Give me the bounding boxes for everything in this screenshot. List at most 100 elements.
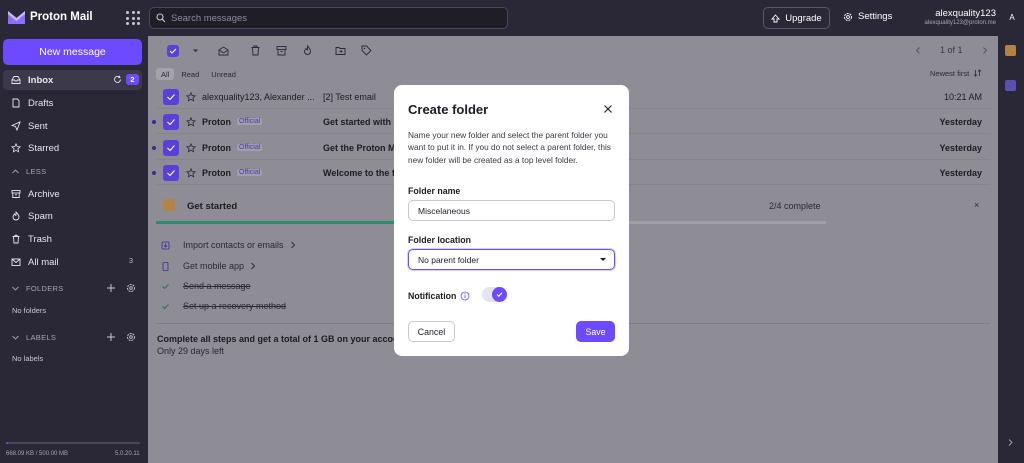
settings-button[interactable]: Settings xyxy=(843,11,892,22)
dialog-title: Create folder xyxy=(408,102,489,117)
sidebar-item-label: Archive xyxy=(28,188,60,200)
trash-icon[interactable] xyxy=(250,45,261,56)
task-label: Set up a recovery method xyxy=(183,301,287,311)
account-info[interactable]: alexquality123 alexquality123@proton.me xyxy=(919,8,996,28)
folders-label: FOLDERS xyxy=(26,283,64,293)
task-label: Get mobile app xyxy=(183,261,245,271)
task-label: Import contacts or emails xyxy=(183,240,284,250)
sidebar-item-label: Inbox xyxy=(28,74,54,86)
upgrade-icon xyxy=(771,13,781,22)
archive-icon[interactable] xyxy=(276,45,287,56)
inbox-icon xyxy=(11,76,21,84)
chevron-right-icon xyxy=(290,241,295,249)
chevron-down-icon xyxy=(600,258,606,261)
select-all-checkbox[interactable] xyxy=(167,45,179,57)
add-folder-icon[interactable] xyxy=(106,283,116,293)
sidebar-item-sent[interactable]: Sent xyxy=(3,116,142,136)
folders-section-header[interactable]: FOLDERS xyxy=(3,279,142,297)
spam-fire-icon[interactable] xyxy=(302,45,313,56)
sidebar-item-drafts[interactable]: Drafts xyxy=(3,93,142,113)
avatar[interactable]: A xyxy=(1004,9,1020,25)
folder-location-select[interactable]: No parent folder xyxy=(408,249,615,270)
new-message-button[interactable]: New message xyxy=(3,39,142,65)
save-button[interactable]: Save xyxy=(576,321,615,342)
mark-read-icon[interactable] xyxy=(218,45,229,56)
gear-icon xyxy=(844,12,852,21)
sidebar-less-toggle[interactable]: LESS xyxy=(3,162,142,180)
import-icon xyxy=(161,241,170,249)
get-started-progress: 2/4 complete xyxy=(769,201,821,211)
filter-unread[interactable]: Unread xyxy=(206,68,241,80)
sidebar-item-all-mail[interactable]: All mail 3 xyxy=(3,252,142,272)
proton-mail-logo[interactable]: Proton Mail xyxy=(8,10,93,24)
official-badge: Official xyxy=(237,169,263,176)
folder-settings-gear-icon[interactable] xyxy=(126,283,136,293)
select-dropdown-caret-icon[interactable] xyxy=(190,45,201,56)
labels-label: LABELS xyxy=(26,332,57,342)
filter-all[interactable]: All xyxy=(156,68,175,80)
star-icon[interactable] xyxy=(186,168,196,178)
info-icon[interactable] xyxy=(460,291,470,301)
mobile-icon xyxy=(162,261,169,271)
star-icon[interactable] xyxy=(186,92,196,102)
star-icon[interactable] xyxy=(186,143,196,153)
label-tag-icon[interactable] xyxy=(361,45,372,56)
chevron-down-icon xyxy=(12,335,19,340)
archive-icon xyxy=(11,190,21,198)
row-checkbox[interactable] xyxy=(163,89,179,105)
sidebar-item-spam[interactable]: Spam xyxy=(3,206,142,226)
app-launcher-icon[interactable] xyxy=(126,11,140,25)
chevron-right-icon[interactable] xyxy=(1007,438,1014,447)
check-icon xyxy=(167,170,175,177)
brand-name: Proton Mail xyxy=(30,11,93,23)
unread-dot xyxy=(152,146,156,150)
get-started-close-button[interactable]: × xyxy=(974,200,979,210)
search-input[interactable] xyxy=(171,8,491,28)
storage-promo: Complete all steps and get a total of 1 … xyxy=(157,334,408,344)
unread-badge: 2 xyxy=(126,74,139,85)
cancel-button[interactable]: Cancel xyxy=(408,321,455,342)
chevron-left-icon[interactable] xyxy=(914,46,922,55)
folder-name-field[interactable] xyxy=(408,200,615,221)
move-to-folder-icon[interactable] xyxy=(335,45,346,56)
row-time: Yesterday xyxy=(939,168,982,178)
task-import-contacts[interactable]: Import contacts or emails xyxy=(161,238,296,252)
refresh-icon[interactable] xyxy=(113,75,122,84)
sidebar-item-label: Trash xyxy=(28,233,52,245)
notification-toggle[interactable] xyxy=(482,287,507,302)
sidebar-item-trash[interactable]: Trash xyxy=(3,229,142,249)
sidebar-item-label: Spam xyxy=(28,210,53,222)
sort-dropdown[interactable]: Newest first xyxy=(930,69,982,78)
star-icon xyxy=(11,143,21,153)
close-icon[interactable] xyxy=(603,104,613,114)
days-left: Only 29 days left xyxy=(157,346,225,356)
sidebar-item-starred[interactable]: Starred xyxy=(3,138,142,158)
row-subject: Welcome to the fu xyxy=(323,168,401,178)
label-settings-gear-icon[interactable] xyxy=(126,332,136,342)
task-mobile-app[interactable]: Get mobile app xyxy=(161,259,256,273)
labels-section-header[interactable]: LABELS xyxy=(3,328,142,346)
chevron-right-icon[interactable] xyxy=(981,46,989,55)
check-icon xyxy=(162,303,169,309)
unread-dot xyxy=(152,120,156,124)
sidebar: New message Inbox 2 Drafts Sent Starred … xyxy=(0,36,148,463)
sidebar-item-archive[interactable]: Archive xyxy=(3,184,142,204)
row-checkbox[interactable] xyxy=(163,165,179,181)
filter-read[interactable]: Read xyxy=(176,68,204,80)
row-sender: Proton xyxy=(202,168,231,178)
sidebar-item-inbox[interactable]: Inbox 2 xyxy=(3,70,142,90)
get-started-title: Get started xyxy=(187,201,238,212)
calendar-app-icon[interactable] xyxy=(1005,80,1016,91)
upgrade-button[interactable]: Upgrade xyxy=(763,7,830,29)
star-icon[interactable] xyxy=(186,117,196,127)
sidebar-item-label: Sent xyxy=(28,120,48,132)
task-label: Send a message xyxy=(183,281,251,291)
page-indicator: 1 of 1 xyxy=(940,45,963,55)
row-checkbox[interactable] xyxy=(163,114,179,130)
add-label-icon[interactable] xyxy=(106,332,116,342)
search-bar[interactable] xyxy=(149,7,508,29)
trash-icon xyxy=(12,234,20,244)
contacts-app-icon[interactable] xyxy=(1005,45,1016,56)
row-checkbox[interactable] xyxy=(163,140,179,156)
account-name: alexquality123 xyxy=(935,8,996,19)
